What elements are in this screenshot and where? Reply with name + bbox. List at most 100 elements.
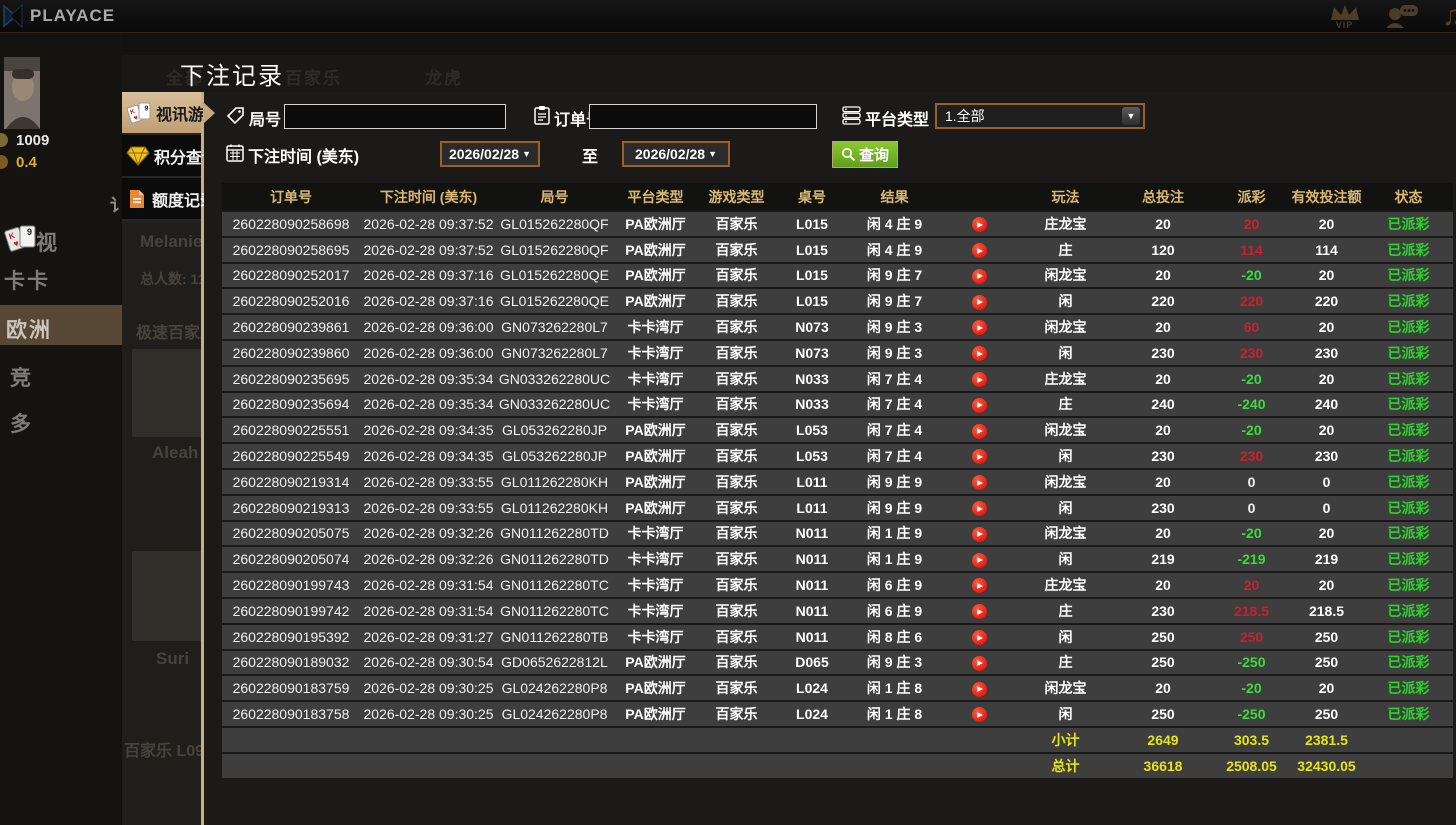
table-no-cell: L015 xyxy=(774,237,850,263)
result-cell: 闲 9 庄 9 xyxy=(850,469,939,495)
replay-play-icon[interactable] xyxy=(972,424,987,439)
date-to-label: 至 xyxy=(582,143,598,167)
sidebar-item-label: 视讯游戏 xyxy=(156,101,220,125)
table-no-cell: N011 xyxy=(774,624,850,650)
game-type-cell: 百家乐 xyxy=(699,443,774,469)
status-cell: 已派彩 xyxy=(1364,598,1453,624)
payout-cell: -250 xyxy=(1214,650,1289,676)
game-no-input[interactable] xyxy=(284,104,506,129)
replay-play-icon[interactable] xyxy=(972,707,987,722)
replay-play-icon[interactable] xyxy=(972,578,987,593)
column-header: 下注时间 (美东) xyxy=(360,183,497,211)
table-no-cell: N073 xyxy=(774,314,850,340)
status-cell: 已派彩 xyxy=(1364,366,1453,392)
table-no-cell: L011 xyxy=(774,469,850,495)
total-payout: 2508.05 xyxy=(1214,753,1289,779)
replay-play-icon[interactable] xyxy=(972,269,987,284)
replay-play-icon[interactable] xyxy=(972,346,987,361)
search-icon xyxy=(841,147,856,162)
bet-time-cell: 2026-02-28 09:36:00 xyxy=(360,314,497,340)
replay-play-icon[interactable] xyxy=(972,475,987,490)
column-header: 派彩 xyxy=(1214,183,1289,211)
replay-play-icon[interactable] xyxy=(972,295,987,310)
total-bet-cell: 240 xyxy=(1112,392,1214,418)
payout-cell: 0 xyxy=(1214,469,1289,495)
status-cell: 已派彩 xyxy=(1364,263,1453,289)
replay-cell xyxy=(939,624,1019,650)
replay-play-icon[interactable] xyxy=(972,527,987,542)
total-bet-cell: 250 xyxy=(1112,624,1214,650)
table-row: 2602280901997422026-02-28 09:31:54GN0112… xyxy=(222,598,1453,624)
play-method-cell: 闲龙宝 xyxy=(1019,469,1112,495)
column-header: 状态 xyxy=(1364,183,1453,211)
replay-play-icon[interactable] xyxy=(972,553,987,568)
replay-play-icon[interactable] xyxy=(972,656,987,671)
status-cell: 已派彩 xyxy=(1364,701,1453,727)
lobby-fragment-speed-baccarat: 极速百家乐 L xyxy=(136,319,201,343)
column-header: 结果 xyxy=(850,183,939,211)
sidebar-item-video-games[interactable]: K♥ 9 视讯游戏 xyxy=(122,92,201,135)
date-to-value: 2026/02/28 xyxy=(635,146,705,162)
replay-play-icon[interactable] xyxy=(972,217,987,232)
order-no-input[interactable] xyxy=(589,104,817,129)
replay-play-icon[interactable] xyxy=(972,682,987,697)
replay-play-icon[interactable] xyxy=(972,501,987,516)
replay-play-icon[interactable] xyxy=(972,630,987,645)
chevron-down-icon: ▼ xyxy=(522,149,531,159)
payout-cell: -20 xyxy=(1214,417,1289,443)
platform-list-icon xyxy=(841,105,861,125)
menu-fragment-europe: 欧洲 xyxy=(6,314,52,344)
payout-cell: 250 xyxy=(1214,624,1289,650)
menu-fragment-kaka: 卡卡 xyxy=(4,265,50,295)
replay-cell xyxy=(939,495,1019,521)
order-no-cell: 260228090219313 xyxy=(222,495,360,521)
order-no-cell: 260228090199742 xyxy=(222,598,360,624)
sidebar-item-credit-records[interactable]: 额度记录 xyxy=(122,178,201,221)
replay-play-icon[interactable] xyxy=(972,604,987,619)
order-no-cell: 260228090205074 xyxy=(222,546,360,572)
table-row: 2602280902520162026-02-28 09:37:16GL0152… xyxy=(222,288,1453,314)
total-bet-cell: 230 xyxy=(1112,598,1214,624)
play-method-cell: 庄龙宝 xyxy=(1019,211,1112,237)
play-method-cell: 庄 xyxy=(1019,598,1112,624)
order-no-cell: 260228090189032 xyxy=(222,650,360,676)
game-type-cell: 百家乐 xyxy=(699,598,774,624)
date-from-picker[interactable]: 2026/02/28▼ xyxy=(440,141,540,167)
query-button[interactable]: 查询 xyxy=(832,141,898,168)
vip-icon[interactable]: VIP xyxy=(1328,3,1362,30)
table-no-cell: L024 xyxy=(774,675,850,701)
replay-play-icon[interactable] xyxy=(972,372,987,387)
music-icon[interactable]: ♫ xyxy=(1442,1,1456,31)
total-label: 总计 xyxy=(1019,753,1112,779)
platform-type-select[interactable]: 1.全部 ▼ xyxy=(935,103,1145,129)
platform-cell: PA欧洲厅 xyxy=(612,417,699,443)
replay-play-icon[interactable] xyxy=(972,449,987,464)
game-type-cell: 百家乐 xyxy=(699,495,774,521)
valid-bet-cell: 250 xyxy=(1289,701,1364,727)
brand-text: PLAYACE xyxy=(30,6,115,26)
replay-play-icon[interactable] xyxy=(972,243,987,258)
game-no-cell: GL011262280KH xyxy=(497,469,612,495)
status-cell: 已派彩 xyxy=(1364,495,1453,521)
table-row: 2602280902586952026-02-28 09:37:52GL0152… xyxy=(222,237,1453,263)
customer-service-chat-icon[interactable] xyxy=(1384,3,1420,29)
replay-cell xyxy=(939,598,1019,624)
bet-time-cell: 2026-02-28 09:37:16 xyxy=(360,263,497,289)
payout-cell: -20 xyxy=(1214,521,1289,547)
platform-cell: PA欧洲厅 xyxy=(612,443,699,469)
game-no-cell: GN011262280TC xyxy=(497,598,612,624)
lobby-photo xyxy=(132,551,201,641)
dimmed-background-panel: 1009 0.4 讠 K♥ 9 视 卡卡 欧洲 竞 多 xyxy=(0,33,122,825)
result-cell: 闲 7 庄 4 xyxy=(850,443,939,469)
date-from-value: 2026/02/28 xyxy=(449,146,519,162)
replay-play-icon[interactable] xyxy=(972,320,987,335)
total-valid-bet: 32430.05 xyxy=(1289,753,1364,779)
replay-play-icon[interactable] xyxy=(972,398,987,413)
platform-cell: 卡卡湾厅 xyxy=(612,340,699,366)
valid-bet-cell: 0 xyxy=(1289,495,1364,521)
bet-time-cell: 2026-02-28 09:33:55 xyxy=(360,495,497,521)
date-to-picker[interactable]: 2026/02/28▼ xyxy=(622,141,730,167)
brand-logo-icon xyxy=(2,4,24,28)
replay-cell xyxy=(939,650,1019,676)
sidebar-item-points-query[interactable]: 积分查询 xyxy=(122,135,201,178)
